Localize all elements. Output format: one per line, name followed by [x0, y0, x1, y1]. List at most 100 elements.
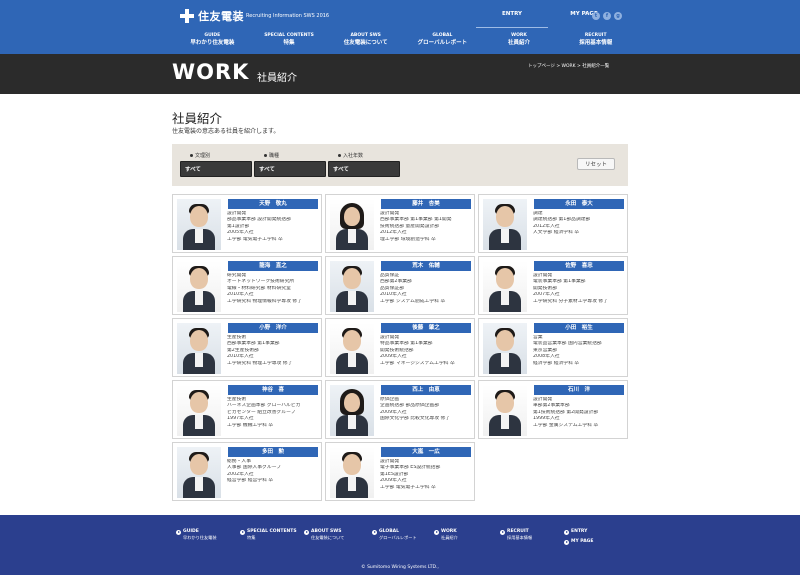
facebook-icon[interactable]: f	[603, 12, 611, 20]
employee-details: 品質保証 西部第2事業部 品質保証部 2010年入社 工学部 システム創成工学科 卒	[380, 273, 475, 305]
employee-name[interactable]: 永田 泰大	[534, 199, 624, 209]
google-plus-icon[interactable]: g	[614, 12, 622, 20]
footer-nav-item[interactable]: WORK 社員紹介	[434, 529, 458, 541]
employee-name[interactable]: 藤井 杏美	[381, 199, 471, 209]
filter-label-text: 入社年数	[343, 153, 364, 159]
photo-shirt	[195, 353, 203, 367]
years-select[interactable]: すべて	[328, 161, 400, 177]
footer-nav-item[interactable]: ENTRY	[564, 529, 587, 535]
employee-card[interactable]: 後藤 肇之設計開発 特品事業本部 第1事業部 開発技術統括部 2009年入社 工学部 マ…	[325, 318, 475, 377]
footer-nav-jp: 採用基本情報	[507, 535, 533, 540]
employee-card[interactable]: 龍海 直之研究開発 オートネットワーク技術研究所 電線・材料研究部 材料研究室 201…	[172, 256, 322, 315]
employee-photo[interactable]	[177, 447, 221, 498]
nav-item-recruit[interactable]: RECRUIT 採用基本情報	[557, 32, 634, 52]
employee-name[interactable]: 後藤 肇之	[381, 323, 471, 333]
employee-card[interactable]: 小田 裕生 営業 電装品営業本部 国内営業統括部 東京営業部 2008年入社 経済学部 経…	[478, 318, 628, 377]
employee-name[interactable]: 石川 洋	[534, 385, 624, 395]
footer-nav-jp: 住友電装について	[311, 535, 345, 540]
employee-card[interactable]: 藤井 杏美 設計開発 西部事業本部 第1事業部 第1開発 技術統括部 量産開発設計部 2…	[325, 194, 475, 253]
employee-details: 総務・人事 人事部 国際人事グループ 2002年入社 経営学部 経営学科 卒	[227, 459, 322, 485]
footer-nav-item[interactable]: RECRUIT 採用基本情報	[500, 529, 532, 541]
employee-name[interactable]: 龍海 直之	[228, 261, 318, 271]
employee-photo[interactable]	[483, 323, 527, 374]
employee-detail-line: 工学部 金属システム工学科 卒	[533, 422, 599, 428]
employee-name[interactable]: 天野 敬丸	[228, 199, 318, 209]
global-nav: GUIDE 早わかり住友電装 SPECIAL CONTENTS 特集 ABOUT S…	[174, 32, 634, 52]
nav-item-guide[interactable]: GUIDE 早わかり住友電装	[174, 32, 251, 52]
employee-photo[interactable]	[483, 261, 527, 312]
employee-name[interactable]: 佐野 喜忠	[534, 261, 624, 271]
employee-card[interactable]: 永田 泰大 調達 調達統括部 第1部品調達部 2012年入社 人文学部 経済学科 卒	[478, 194, 628, 253]
employee-name[interactable]: 荒木 佑輔	[381, 261, 471, 271]
employee-name[interactable]: 神谷 喜	[228, 385, 318, 395]
employee-photo[interactable]	[177, 199, 221, 250]
employee-name[interactable]: 小田 裕生	[534, 323, 624, 333]
footer-nav-item[interactable]: GUIDE 早わかり住友電装	[176, 529, 217, 541]
employee-detail-line: 経営学部 経営学科 卒	[227, 478, 274, 484]
employee-details: 設計開発 部品事業本部 設計開発統括部 第1設計部 2005年入社 工学部 電気電子工学…	[227, 211, 322, 243]
employee-card[interactable]: 佐野 喜忠設計開発 電装事業本部 第1事業部 開発技術部 2007年入社 工学研究科 分…	[478, 256, 628, 315]
discipline-select[interactable]: すべて	[180, 161, 252, 177]
nav-item-global[interactable]: GLOBAL グローバルレポート	[404, 32, 481, 52]
section-lead: 住友電装の意志ある社員を紹介します。	[172, 128, 280, 135]
employee-photo[interactable]	[177, 385, 221, 436]
employee-photo[interactable]	[483, 385, 527, 436]
footer-nav: GUIDE 早わかり住友電装 SPECIAL CONTENTS 特集 ABOUT SWS…	[176, 529, 616, 559]
photo-head	[344, 207, 360, 226]
employee-card[interactable]: 西上 由恵原価企画 企画統括部 部品原価企画部 2009年入社 国際文化学部 比較文化…	[325, 380, 475, 439]
bullet-icon	[338, 154, 341, 157]
company-logo[interactable]: 住友電装	[180, 8, 244, 24]
filter-panel: 文理別 すべて 職種 すべて 入社年数 すべて リセット	[172, 144, 628, 186]
employee-photo[interactable]	[330, 261, 374, 312]
employee-details: 研究開発 オートネットワーク技術研究所 電線・材料研究部 材料研究室 2010年入社工…	[227, 273, 322, 305]
photo-head	[496, 392, 514, 413]
employee-card[interactable]: 石川 洋設計開発 車部第2事業本部 第1技術統括部 第2開発設計部 1999年入社 工学…	[478, 380, 628, 439]
employee-photo[interactable]	[177, 261, 221, 312]
employee-photo[interactable]	[330, 323, 374, 374]
photo-shirt	[348, 291, 356, 305]
footer-nav-item[interactable]: MY PAGE	[564, 539, 593, 545]
employee-card[interactable]: 小野 洋介 生産技術 西部事業本部 第1事業部 第2生産技術部 2010年入社 工学研究科…	[172, 318, 322, 377]
employee-photo[interactable]	[330, 385, 374, 436]
twitter-icon[interactable]: t	[592, 12, 600, 20]
reset-button[interactable]: リセット	[577, 158, 615, 170]
nav-item-special-contents[interactable]: SPECIAL CONTENTS 特集	[251, 32, 328, 52]
job-type-select[interactable]: すべて	[254, 161, 326, 177]
footer-nav-en-text: ENTRY	[571, 529, 588, 534]
photo-head	[190, 268, 208, 289]
footer-nav-item[interactable]: SPECIAL CONTENTS 特集	[240, 529, 297, 541]
footer-nav-en-text: MY PAGE	[571, 539, 594, 544]
employee-photo[interactable]	[330, 199, 374, 250]
employee-details: 設計開発 特品事業本部 第1事業部 開発技術統括部 2009年入社 工学部 マネージシス…	[380, 335, 475, 367]
employee-card[interactable]: 荒木 佑輔品質保証 西部第2事業部 品質保証部 2010年入社 工学部 システム創成工学…	[325, 256, 475, 315]
nav-item-work[interactable]: WORK 社員紹介	[481, 32, 558, 52]
employee-details: 設計開発 電装事業本部 第1事業部 開発技術部 2007年入社 工学研究科 分子素材工学…	[533, 273, 628, 305]
employee-details: 生産技術 ハーネス企画本部 グローバルピカ ピカセンター 組立改善グループ 1997年…	[227, 397, 322, 429]
employee-photo[interactable]	[330, 447, 374, 498]
employee-detail-line: 工学研究科 分子素材工学専攻 修了	[533, 298, 609, 304]
breadcrumb[interactable]: トップページ > WORK > 社員紹介一覧	[528, 63, 609, 69]
photo-head	[343, 330, 361, 351]
employee-card[interactable]: 大嵐 一広 設計開発 電子事業本部 ES設計統括部 第1ES設計部 2009年入社 工学部…	[325, 442, 475, 501]
site-footer: GUIDE 早わかり住友電装 SPECIAL CONTENTS 特集 ABOUT SWS…	[0, 515, 800, 575]
photo-head	[343, 454, 361, 475]
photo-shirt	[348, 415, 356, 429]
filter-years: 入社年数 すべて	[328, 152, 400, 177]
employee-card[interactable]: 天野 敬丸設計開発 部品事業本部 設計開発統括部 第1設計部 2005年入社 工学部 電…	[172, 194, 322, 253]
employee-name[interactable]: 多田 勲	[228, 447, 318, 457]
employee-card[interactable]: 多田 勲総務・人事 人事部 国際人事グループ 2002年入社 経営学部 経営学科 卒	[172, 442, 322, 501]
employee-details: 原価企画 企画統括部 部品原価企画部 2009年入社 国際文化学部 比較文化専攻 修了	[380, 397, 475, 423]
employee-name[interactable]: 大嵐 一広	[381, 447, 471, 457]
employee-name[interactable]: 小野 洋介	[228, 323, 318, 333]
employee-detail-line: 経済学部 経済学科 卒	[533, 360, 580, 366]
employee-card[interactable]: 神谷 喜生産技術 ハーネス企画本部 グローバルピカ ピカセンター 組立改善グループ 1…	[172, 380, 322, 439]
employee-photo[interactable]	[177, 323, 221, 374]
employee-photo[interactable]	[483, 199, 527, 250]
entry-link[interactable]: ENTRY	[476, 0, 548, 28]
footer-nav-item[interactable]: GLOBAL グローバルレポート	[372, 529, 417, 541]
copyright: © Sumitomo Wiring Systems LTD.,	[361, 565, 439, 570]
footer-nav-item[interactable]: ABOUT SWS 住友電装について	[304, 529, 344, 541]
nav-item-about[interactable]: ABOUT SWS 住友電装について	[327, 32, 404, 52]
employee-name[interactable]: 西上 由恵	[381, 385, 471, 395]
nav-item-jp: 特集	[283, 40, 295, 46]
